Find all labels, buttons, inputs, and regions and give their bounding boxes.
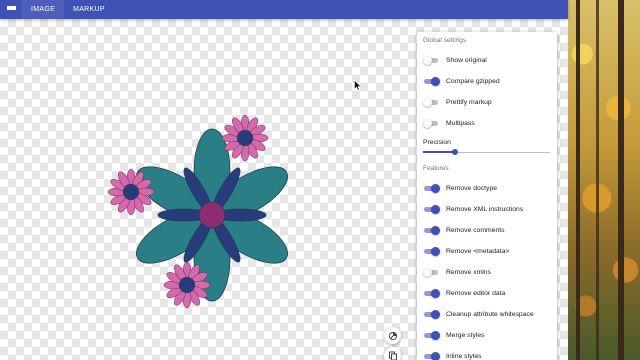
option-multipass[interactable]: Multipass [423,117,475,129]
feature-label: Remove <metadata> [446,247,510,255]
compare-gzipped-toggle[interactable] [423,77,440,86]
top-app-bar: IMAGE MARKUP [0,0,568,19]
remove-metadata-toggle[interactable] [423,247,440,256]
feature-remove-xmlns[interactable]: Remove xmlns [423,266,491,278]
remove-comments-toggle[interactable] [423,226,440,235]
remove-doctype-toggle[interactable] [423,184,440,193]
show-original-toggle[interactable] [423,56,439,65]
option-show-original[interactable]: Show original [423,54,487,66]
features-heading: Features [423,165,449,172]
compare-button[interactable] [384,327,401,344]
drawing-compare-icon [388,331,397,340]
feature-label: Remove xmlns [446,268,491,276]
global-settings-heading: Global settings [423,37,466,44]
option-compare-gzipped[interactable]: Compare gzipped [423,75,500,87]
feature-remove-editor-data[interactable]: Remove editor data [423,287,505,299]
precision-slider[interactable] [423,149,550,155]
multipass-toggle[interactable] [423,119,439,128]
mouse-cursor [354,80,362,91]
precision-label: Precision [423,139,451,146]
feature-label: Remove doctype [446,184,498,192]
precision-slider-knob[interactable] [451,149,458,155]
background-photo [568,0,640,360]
feature-remove-doctype[interactable]: Remove doctype [423,182,497,194]
feature-label: Merge styles [446,331,485,339]
tab-markup[interactable]: MARKUP [64,0,114,19]
precision-slider-fill [423,151,455,153]
feature-label: Cleanup attribute whitespace [446,310,534,318]
merge-styles-toggle[interactable] [423,331,440,340]
option-prettify-markup[interactable]: Prettify markup [423,96,492,108]
menu-icon [6,6,16,13]
remove-editor-data-toggle[interactable] [423,289,440,298]
feature-remove-xml-instructions[interactable]: Remove XML instructions [423,203,523,215]
feature-merge-styles[interactable]: Merge styles [423,329,485,341]
tab-image[interactable]: IMAGE [22,0,65,19]
menu-button[interactable] [0,0,22,19]
feature-label: Remove comments [446,226,505,234]
prettify-markup-toggle[interactable] [423,98,439,107]
option-label: Show original [446,56,487,64]
option-label: Multipass [446,119,475,127]
option-label: Compare gzipped [446,77,500,85]
feature-remove-comments[interactable]: Remove comments [423,224,505,236]
feature-label: Remove XML instructions [446,205,524,213]
feature-remove-metadata[interactable]: Remove <metadata> [423,245,509,257]
flower-illustration [107,114,288,309]
option-label: Prettify markup [446,98,492,106]
feature-inline-styles[interactable]: Inline styles [423,350,482,360]
remove-xmlns-toggle[interactable] [423,268,439,277]
feature-label: Remove editor data [446,289,506,297]
settings-panel: Global settings Show original Compare gz… [417,32,557,360]
feature-cleanup-attribute-whitespace[interactable]: Cleanup attribute whitespace [423,308,534,320]
copy-button[interactable] [384,347,401,360]
copy-icon [388,351,397,360]
remove-xml-instructions-toggle[interactable] [423,205,440,214]
inline-styles-toggle[interactable] [423,352,440,360]
feature-label: Inline styles [446,352,482,360]
cleanup-attribute-whitespace-toggle[interactable] [423,310,440,319]
